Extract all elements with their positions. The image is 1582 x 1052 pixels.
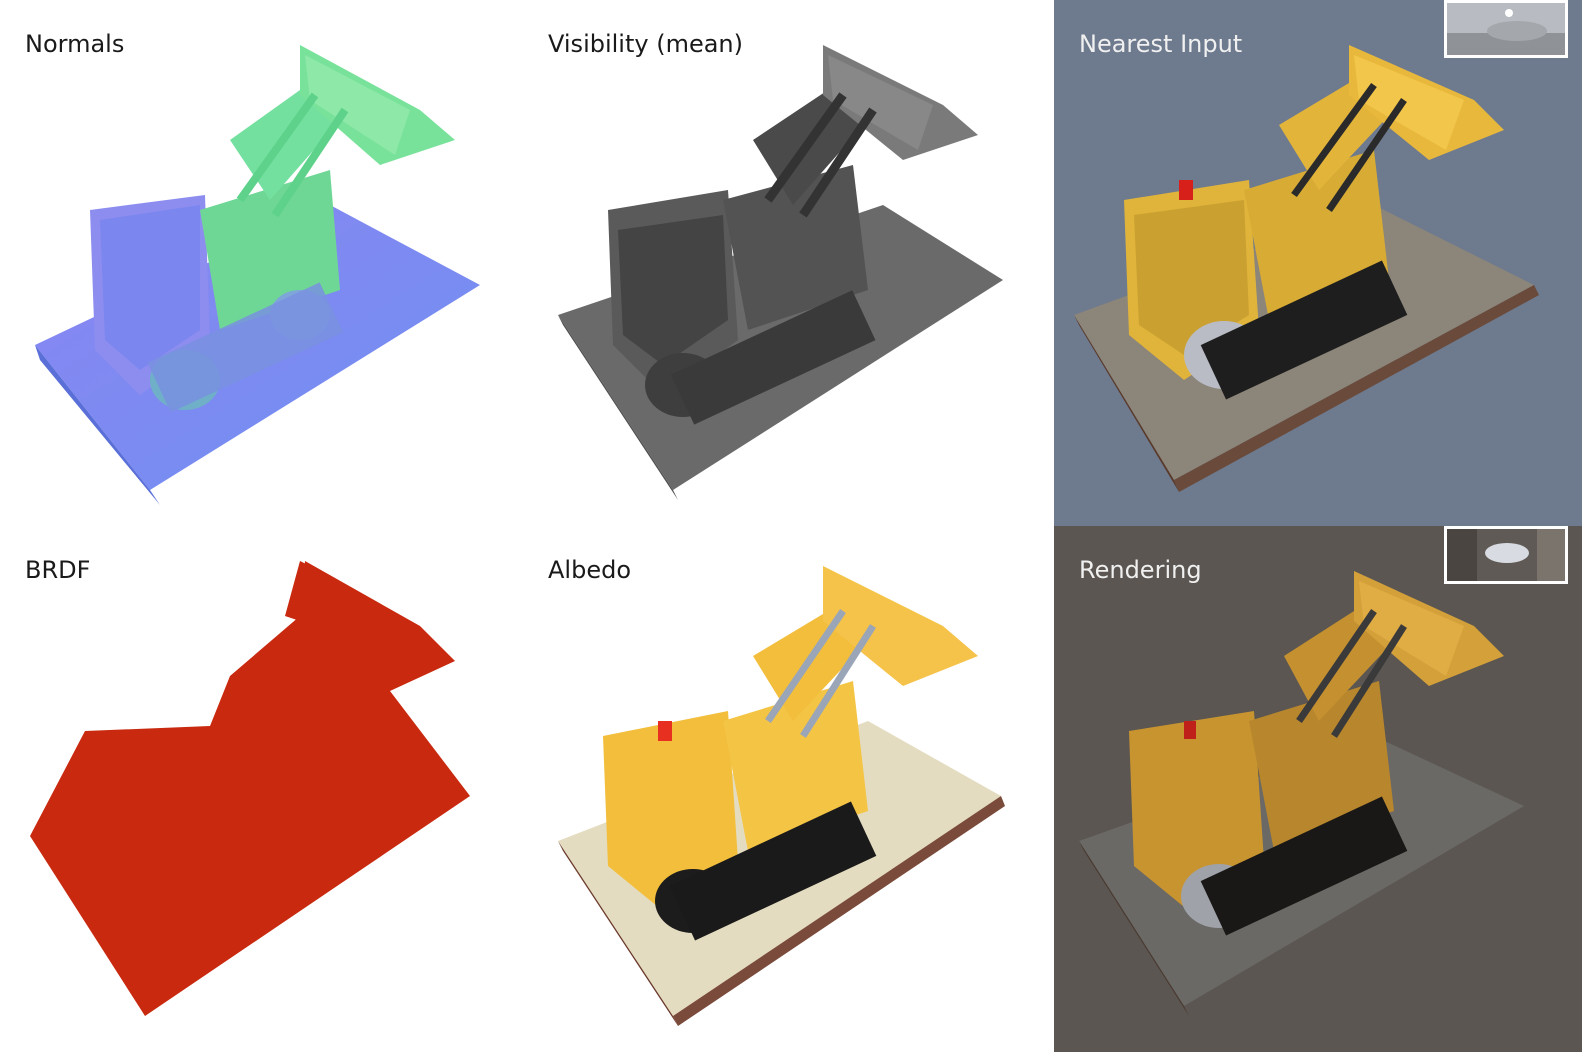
visibility-panel: Visibility (mean) xyxy=(523,0,1046,526)
rendering-panel: Rendering xyxy=(1054,526,1582,1052)
brdf-label: BRDF xyxy=(25,556,91,584)
normals-image xyxy=(35,45,480,505)
rendering-image xyxy=(1079,571,1524,1016)
rendering-label: Rendering xyxy=(1079,556,1202,584)
albedo-label: Albedo xyxy=(548,556,632,584)
albedo-image xyxy=(558,566,1005,1026)
normals-panel: Normals xyxy=(0,0,523,526)
nearest-input-image xyxy=(1074,45,1539,492)
brdf-image xyxy=(30,561,470,1016)
figure-grid: Normals Visibility (mean) Nearest Input … xyxy=(0,0,1582,1052)
visibility-label: Visibility (mean) xyxy=(548,30,743,58)
albedo-panel: Albedo xyxy=(523,526,1046,1052)
environment-map-thumbnail xyxy=(1444,526,1568,584)
brdf-panel: BRDF xyxy=(0,526,523,1052)
nearest-input-label: Nearest Input xyxy=(1079,30,1243,58)
environment-map-thumbnail xyxy=(1444,0,1568,58)
normals-label: Normals xyxy=(25,30,125,58)
visibility-image xyxy=(558,45,1003,500)
nearest-input-panel: Nearest Input xyxy=(1054,0,1582,526)
